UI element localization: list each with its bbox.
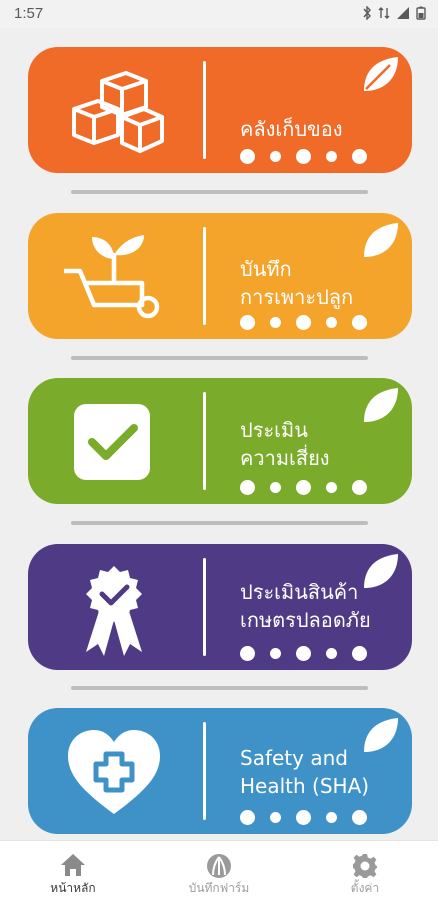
dot — [296, 315, 311, 330]
card-divider — [203, 722, 206, 820]
dot — [240, 646, 255, 661]
heart-cross-icon — [68, 730, 160, 814]
nav-settings[interactable]: ตั้งค่า — [292, 841, 438, 900]
leaf-icon — [364, 223, 398, 257]
card-safety-health[interactable]: Safety and Health (SHA) — [28, 708, 412, 834]
dot — [326, 151, 337, 162]
menu-cards: คลังเก็บของ บันทึก การเพาะปลูก ประเมิน ค… — [0, 28, 438, 840]
separator — [71, 356, 368, 360]
card-safe-agri-product[interactable]: ประเมินสินค้า เกษตรปลอดภัย — [28, 544, 412, 670]
dot — [352, 315, 367, 330]
nav-label: บันทึกฟาร์ม — [188, 881, 250, 895]
gear-icon — [353, 854, 377, 878]
separator — [71, 521, 368, 525]
card-cultivation-record[interactable]: บันทึก การเพาะปลูก — [28, 213, 412, 339]
card-title-line: Health (SHA) — [240, 774, 370, 798]
separator — [71, 190, 368, 194]
dot — [240, 810, 255, 825]
dot — [270, 482, 281, 493]
nav-label: หน้าหลัก — [50, 881, 96, 895]
card-divider — [203, 392, 206, 490]
card-divider — [203, 558, 206, 656]
signal-icon — [397, 7, 409, 19]
nav-label: ตั้งค่า — [350, 881, 380, 895]
dot — [326, 482, 337, 493]
card-title: คลังเก็บของ — [240, 115, 343, 143]
card-divider — [203, 227, 206, 325]
dot — [352, 810, 367, 825]
dot — [352, 646, 367, 661]
home-icon — [61, 854, 85, 876]
nav-farm-record[interactable]: บันทึกฟาร์ม — [146, 841, 292, 900]
card-risk-assessment[interactable]: ประเมิน ความเสี่ยง — [28, 378, 412, 504]
dot — [296, 810, 311, 825]
dot — [352, 480, 367, 495]
dot — [296, 480, 311, 495]
card-divider — [203, 61, 206, 159]
data-icon — [378, 7, 390, 19]
boxes-icon — [72, 71, 164, 153]
card-title-line: ประเมินสินค้า — [240, 580, 359, 604]
ribbon-badge-icon — [86, 566, 142, 656]
dot — [296, 149, 311, 164]
dot — [270, 317, 281, 328]
dot — [352, 149, 367, 164]
separator — [71, 686, 368, 690]
dot — [296, 646, 311, 661]
dot — [326, 648, 337, 659]
status-bar: 1:57 — [0, 0, 438, 28]
dot — [326, 812, 337, 823]
leaf-icon — [364, 57, 398, 91]
nav-home[interactable]: หน้าหลัก — [0, 841, 146, 900]
card-title-line: การเพาะปลูก — [240, 285, 354, 309]
card-title-line: คลังเก็บของ — [240, 117, 343, 141]
dot — [240, 315, 255, 330]
card-title: ประเมิน ความเสี่ยง — [240, 416, 330, 472]
bottom-nav: หน้าหลัก บันทึกฟาร์ม ตั้งค่า — [0, 840, 438, 900]
card-title-line: เกษตรปลอดภัย — [240, 608, 371, 632]
card-title-line: ความเสี่ยง — [240, 446, 330, 470]
battery-icon — [416, 6, 426, 20]
leaf-icon — [364, 388, 398, 422]
dot — [270, 151, 281, 162]
bluetooth-icon — [363, 6, 371, 20]
card-title-line: บันทึก — [240, 257, 292, 281]
card-title-line: Safety and — [240, 746, 348, 770]
status-icons — [362, 6, 426, 20]
card-title: บันทึก การเพาะปลูก — [240, 255, 353, 311]
card-storage[interactable]: คลังเก็บของ — [28, 47, 412, 173]
farm-record-icon — [207, 854, 231, 878]
card-title: Safety and Health (SHA) — [240, 744, 369, 800]
dot — [240, 149, 255, 164]
dot — [240, 480, 255, 495]
card-title: ประเมินสินค้า เกษตรปลอดภัย — [240, 578, 371, 634]
wheelbarrow-sprout-icon — [64, 235, 160, 319]
dot — [270, 812, 281, 823]
dot — [270, 648, 281, 659]
status-time: 1:57 — [14, 5, 44, 22]
checkbox-icon — [74, 404, 150, 480]
card-title-line: ประเมิน — [240, 418, 308, 442]
dot — [326, 317, 337, 328]
